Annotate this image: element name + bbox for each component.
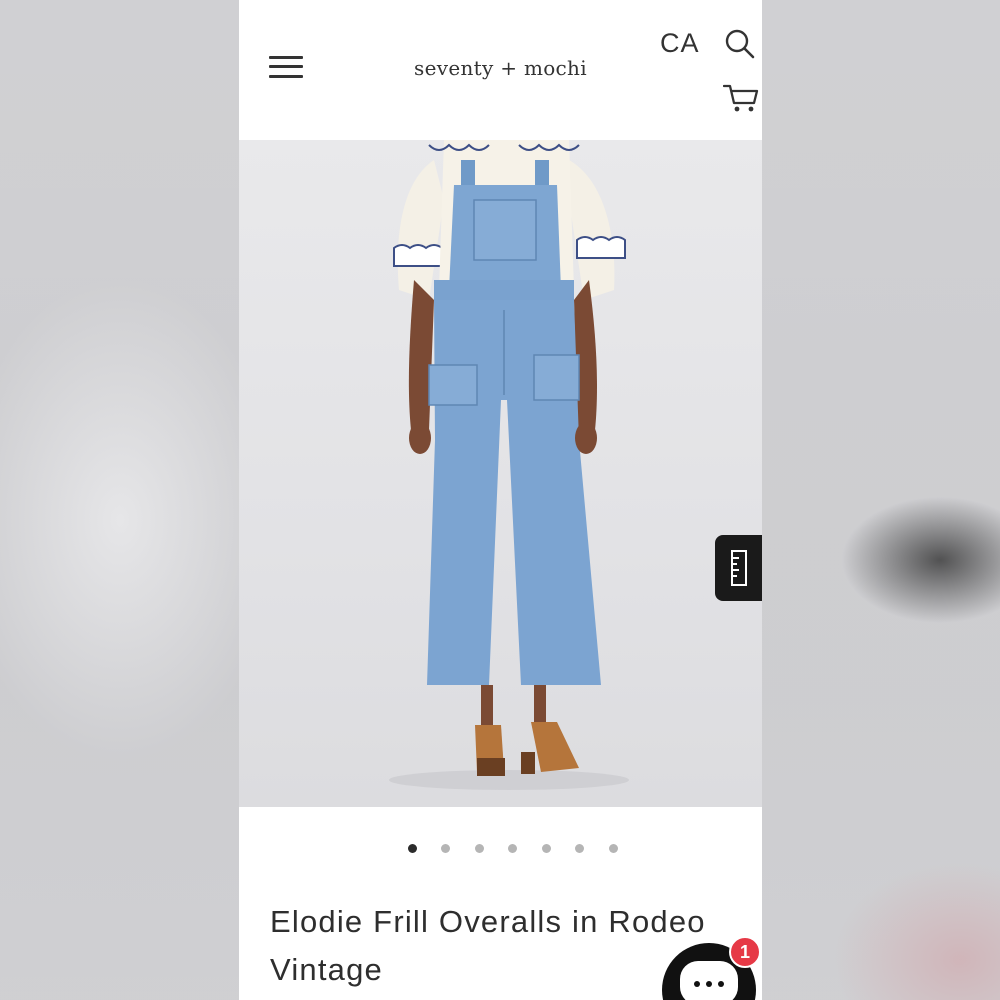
chat-unread-badge: 1 bbox=[729, 936, 761, 968]
site-logo[interactable]: seventy + mochi bbox=[239, 56, 762, 80]
product-title: Elodie Frill Overalls in Rodeo Vintage bbox=[270, 904, 706, 987]
carousel-dot[interactable] bbox=[542, 844, 551, 853]
product-photo-illustration bbox=[389, 140, 629, 790]
site-header: seventy + mochi CA bbox=[239, 0, 762, 140]
product-image[interactable] bbox=[239, 140, 762, 807]
carousel-indicators bbox=[239, 840, 762, 858]
carousel-dot[interactable] bbox=[575, 844, 584, 853]
carousel-dot[interactable] bbox=[441, 844, 450, 853]
mobile-page: seventy + mochi CA Elodie Frill Overalls… bbox=[239, 0, 762, 1000]
size-guide-tab[interactable] bbox=[715, 535, 762, 601]
chat-bubble-icon bbox=[680, 961, 738, 1000]
carousel-dot[interactable] bbox=[475, 844, 484, 853]
ruler-icon bbox=[731, 550, 747, 586]
search-icon[interactable] bbox=[724, 28, 756, 60]
region-selector[interactable]: CA bbox=[660, 28, 700, 59]
carousel-dot[interactable] bbox=[609, 844, 618, 853]
carousel-dot[interactable] bbox=[508, 844, 517, 853]
cart-icon[interactable] bbox=[723, 82, 759, 114]
carousel-dot[interactable] bbox=[408, 844, 417, 853]
